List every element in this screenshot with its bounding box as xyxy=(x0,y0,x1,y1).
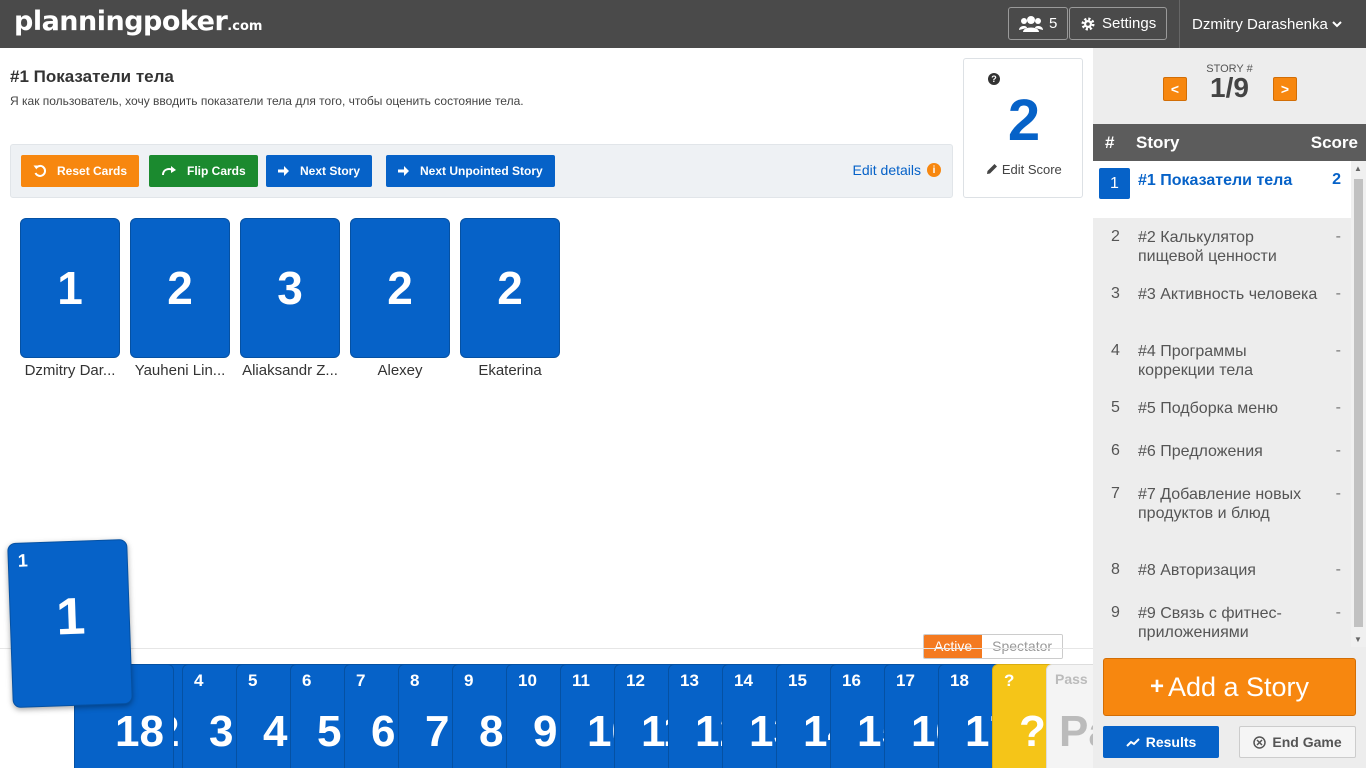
hand-card-pass[interactable]: PassPa xyxy=(1046,664,1093,768)
players-count: 5 xyxy=(1049,15,1058,32)
scroll-down-arrow-icon[interactable]: ▼ xyxy=(1354,635,1362,644)
story-list: 1 #1 Показатели тела 2 2 #2 Калькулятор … xyxy=(1093,161,1351,647)
next-unpointed-story-label: Next Unpointed Story xyxy=(420,164,543,178)
selected-card-corner: 1 xyxy=(17,550,29,571)
edit-score-button[interactable]: Edit Score xyxy=(964,162,1084,177)
card-hand: 32 43 54 65 76 87 98 109 1110 1211 1312 … xyxy=(0,648,1093,768)
flip-cards-label: Flip Cards xyxy=(187,164,246,178)
player-card: 2 Alexey xyxy=(350,218,450,379)
players-button[interactable]: 5 xyxy=(1008,7,1069,40)
logo[interactable]: planningpoker.com xyxy=(14,6,262,37)
player-name: Alexey xyxy=(377,362,423,379)
story-list-header: # Story Score xyxy=(1093,124,1366,161)
story-row[interactable]: 9 #9 Связь с фитнес-приложениями - xyxy=(1093,594,1351,647)
story-row[interactable]: 5 #5 Подборка меню - xyxy=(1093,389,1351,432)
next-story-button[interactable]: Next Story xyxy=(266,155,373,187)
end-game-label: End Game xyxy=(1272,734,1342,750)
player-vote: 2 xyxy=(460,218,560,358)
settings-button[interactable]: Settings xyxy=(1069,7,1168,40)
close-circle-icon xyxy=(1253,735,1267,749)
story-row[interactable]: 7 #7 Добавление новых продуктов и блюд - xyxy=(1093,475,1351,551)
next-story-arrow-button[interactable]: > xyxy=(1273,77,1297,101)
arrow-right-icon xyxy=(398,166,409,176)
user-menu[interactable]: Dzmitry Darashenka xyxy=(1179,0,1342,48)
story-number-value: 1/9 xyxy=(1210,72,1249,103)
story-row[interactable]: 1 #1 Показатели тела 2 xyxy=(1093,161,1351,218)
player-card: 2 Yauheni Lin... xyxy=(130,218,230,379)
user-name: Dzmitry Darashenka xyxy=(1192,15,1328,33)
player-name: Dzmitry Dar... xyxy=(24,362,116,379)
arrow-right-icon xyxy=(278,166,289,176)
player-card: 3 Aliaksandr Z... xyxy=(240,218,340,379)
info-icon: i xyxy=(927,163,941,177)
player-vote: 1 xyxy=(20,218,120,358)
stories-sidebar: STORY # 1/9 < > # Story Score 1 #1 Показ… xyxy=(1093,48,1366,768)
col-score: Score xyxy=(1310,133,1358,152)
edit-score-label: Edit Score xyxy=(1001,162,1062,177)
settings-label: Settings xyxy=(1102,15,1157,32)
help-icon[interactable]: ? xyxy=(988,73,1000,85)
player-name: Aliaksandr Z... xyxy=(242,362,338,379)
next-unpointed-story-button[interactable]: Next Unpointed Story xyxy=(386,155,555,187)
story-list-scrollbar[interactable]: ▲ ▼ xyxy=(1351,161,1366,647)
player-vote: 2 xyxy=(130,218,230,358)
scroll-thumb[interactable] xyxy=(1354,179,1363,627)
story-row[interactable]: 6 #6 Предложения - xyxy=(1093,432,1351,475)
edit-details-label: Edit details xyxy=(852,162,921,178)
story-row[interactable]: 2 #2 Калькулятор пищевой ценности - xyxy=(1093,218,1351,275)
reset-cards-label: Reset Cards xyxy=(57,164,128,178)
player-name: Yauheni Lin... xyxy=(134,362,226,379)
plus-icon: + xyxy=(1149,673,1164,700)
selected-card-value: 1 xyxy=(55,587,87,647)
story-row[interactable]: 3 #3 Активность человека - xyxy=(1093,275,1351,332)
add-story-button[interactable]: + Add a Story xyxy=(1103,658,1356,716)
player-card: 1 Dzmitry Dar... xyxy=(20,218,120,379)
flip-cards-button[interactable]: Flip Cards xyxy=(149,155,258,187)
next-story-label: Next Story xyxy=(300,164,361,178)
prev-story-button[interactable]: < xyxy=(1163,77,1187,101)
player-card: 2 Ekaterina xyxy=(460,218,560,379)
story-score-box: ? 2 Edit Score xyxy=(963,58,1083,198)
selected-card[interactable]: 1 1 xyxy=(7,538,133,709)
story-row[interactable]: 8 #8 Авторизация - xyxy=(1093,551,1351,594)
player-vote: 3 xyxy=(240,218,340,358)
story-description: Я как пользователь, хочу вводить показат… xyxy=(10,94,524,108)
story-row[interactable]: 4 #4 Программы коррекции тела - xyxy=(1093,332,1351,389)
trend-chart-icon xyxy=(1125,738,1140,747)
scroll-up-arrow-icon[interactable]: ▲ xyxy=(1354,164,1362,173)
col-story: Story xyxy=(1136,133,1180,152)
story-title: #1 Показатели тела xyxy=(10,67,174,86)
end-game-button[interactable]: End Game xyxy=(1239,726,1356,758)
player-name: Ekaterina xyxy=(478,362,542,379)
users-icon xyxy=(1019,15,1043,32)
player-vote: 2 xyxy=(350,218,450,358)
results-button[interactable]: Results xyxy=(1103,726,1219,758)
col-number: # xyxy=(1105,133,1115,152)
gear-icon xyxy=(1081,17,1095,30)
chevron-down-icon xyxy=(1332,21,1342,28)
redo-icon xyxy=(162,166,176,176)
pencil-icon xyxy=(987,164,998,174)
story-score-value: 2 xyxy=(1007,88,1041,153)
reset-cards-button[interactable]: Reset Cards xyxy=(21,155,140,187)
edit-details-link[interactable]: Edit details i xyxy=(853,162,941,178)
reset-icon xyxy=(33,164,47,177)
card-toolbar: Reset Cards Flip Cards Next Story Next U… xyxy=(10,144,953,198)
top-header: planningpoker.com 5 Settings Dzmitry Dar… xyxy=(0,0,1366,48)
results-label: Results xyxy=(1145,734,1197,750)
add-story-label: Add a Story xyxy=(1167,671,1310,702)
